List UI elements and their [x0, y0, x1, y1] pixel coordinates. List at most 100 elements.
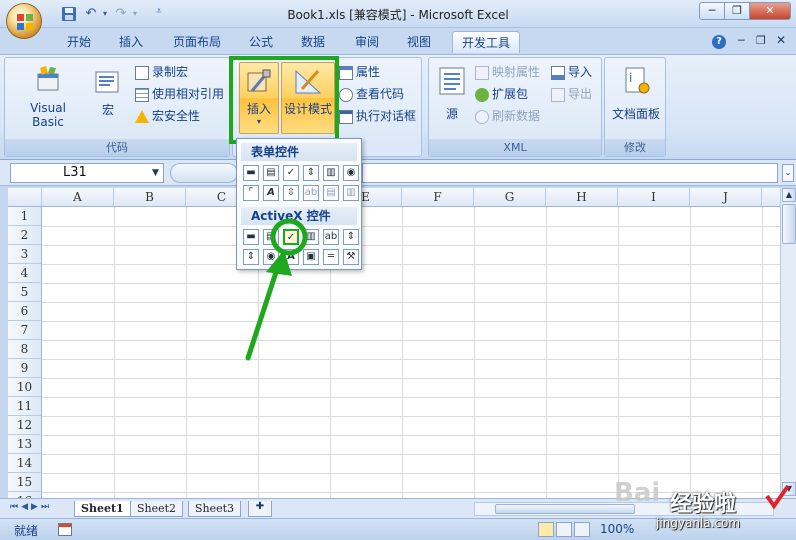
row-header[interactable]: 12	[8, 416, 42, 435]
scroll-up-icon[interactable]: ▲	[782, 188, 796, 202]
insert-controls-button[interactable]: 插入 ▾	[239, 62, 279, 134]
xml-group: 源 映射属性 扩展包 刷新数据 导入 导出 XML	[428, 57, 602, 157]
label-control-icon[interactable]: A	[263, 185, 279, 201]
name-box[interactable]: L31	[10, 163, 164, 183]
name-box-value: L31	[63, 165, 87, 180]
button-control-icon[interactable]: ▬	[243, 165, 259, 181]
name-box-dropdown-icon[interactable]: ▼	[152, 168, 159, 178]
help-icon[interactable]: ?	[712, 35, 726, 49]
row-header[interactable]: 14	[8, 454, 42, 473]
office-button[interactable]	[6, 3, 42, 39]
formula-input[interactable]	[362, 163, 778, 183]
record-macro-status-icon[interactable]	[58, 523, 72, 536]
run-dialog-icon	[339, 109, 353, 124]
combo-box-control-icon[interactable]: ▤	[263, 165, 279, 181]
watermark: Bai 经验啦 jingyanla.com	[604, 478, 796, 538]
vertical-scrollbar[interactable]: ▲ ▼	[780, 188, 796, 498]
activex-toggle-button-icon[interactable]: ═	[323, 249, 339, 265]
text-field-control-icon[interactable]: ab	[303, 185, 319, 201]
column-header[interactable]: J	[690, 188, 762, 207]
ribbon-close-icon[interactable]: ✕	[776, 33, 786, 47]
column-header[interactable]: B	[114, 188, 186, 207]
sheet-nav-icon[interactable]: ⏮◀▶⏭	[10, 502, 52, 512]
document-panel-button[interactable]: i 文档面板	[607, 66, 665, 122]
status-ready: 就绪	[14, 524, 39, 538]
worksheet-grid[interactable]: A B C D E F G H I J 1 2 3 4 5 6 7 8 9 10…	[8, 188, 780, 498]
modify-group: i 文档面板 修改	[604, 57, 666, 157]
sheet-tab-3[interactable]: Sheet3	[188, 501, 242, 517]
run-dialog-button[interactable]: 执行对话框	[339, 106, 416, 126]
design-mode-button[interactable]: 设计模式	[281, 62, 335, 134]
visual-basic-icon	[37, 66, 59, 91]
sheet-tab-2[interactable]: Sheet2	[130, 501, 184, 517]
tab-developer[interactable]: 开发工具	[452, 31, 521, 53]
import-button[interactable]: 导入	[551, 62, 592, 82]
macros-button[interactable]: 宏	[91, 68, 125, 118]
row-header[interactable]: 13	[8, 435, 42, 454]
row-header[interactable]: 11	[8, 397, 42, 416]
group-box-control-icon[interactable]: ⌜	[243, 185, 259, 201]
row-header[interactable]: 6	[8, 302, 42, 321]
macro-security-button[interactable]: 宏安全性	[135, 106, 200, 126]
combo-list-control-icon[interactable]: ▤	[323, 185, 339, 201]
activex-scroll-bar-icon[interactable]: ⇕	[343, 229, 359, 245]
map-properties-button[interactable]: 映射属性	[475, 62, 540, 82]
tab-review[interactable]: 审阅	[346, 31, 388, 53]
source-button[interactable]: 源	[435, 66, 469, 122]
tab-insert[interactable]: 插入	[110, 31, 152, 53]
row-header[interactable]: 15	[8, 473, 42, 492]
row-header[interactable]: 8	[8, 340, 42, 359]
scroll-bar-control-icon[interactable]: ⇳	[283, 185, 299, 201]
spin-button-control-icon[interactable]: ⇕	[303, 165, 319, 181]
expansion-packs-button[interactable]: 扩展包	[475, 84, 528, 104]
tab-formulas[interactable]: 公式	[240, 31, 282, 53]
close-icon[interactable]: ✕	[749, 2, 791, 20]
expansion-packs-label: 扩展包	[492, 87, 529, 101]
scroll-thumb[interactable]	[782, 204, 796, 244]
row-header[interactable]: 4	[8, 264, 42, 283]
page-layout-view-icon[interactable]	[556, 522, 572, 537]
ribbon-minimize-icon[interactable]: ─	[738, 34, 745, 47]
row-header[interactable]: 2	[8, 226, 42, 245]
minimize-icon[interactable]: ─	[699, 2, 725, 20]
insert-sheet-icon[interactable]: ✚	[248, 501, 272, 517]
tab-data[interactable]: 数据	[292, 31, 334, 53]
export-button[interactable]: 导出	[551, 84, 592, 104]
checkbox-control-icon[interactable]: ✓	[283, 165, 299, 181]
activex-more-controls-icon[interactable]: ⚒	[343, 249, 359, 265]
sheet-tab-1[interactable]: Sheet1	[74, 501, 131, 517]
select-all-corner[interactable]	[8, 188, 42, 207]
row-header[interactable]: 9	[8, 359, 42, 378]
ribbon-restore-icon[interactable]: ❐	[756, 34, 766, 47]
visual-basic-button[interactable]: Visual Basic	[13, 64, 83, 129]
column-header[interactable]: H	[546, 188, 618, 207]
tab-page-layout[interactable]: 页面布局	[164, 31, 230, 53]
tab-view[interactable]: 视图	[398, 31, 440, 53]
tab-home[interactable]: 开始	[58, 31, 100, 53]
refresh-data-button[interactable]: 刷新数据	[475, 106, 540, 126]
option-button-control-icon[interactable]: ◉	[343, 165, 359, 181]
column-header[interactable]: A	[42, 188, 114, 207]
column-header[interactable]: F	[402, 188, 474, 207]
expand-formula-bar-icon[interactable]: ⌄	[782, 164, 794, 182]
list-box-control-icon[interactable]: ▥	[323, 165, 339, 181]
page-break-view-icon[interactable]	[574, 522, 590, 537]
column-header[interactable]: G	[474, 188, 546, 207]
record-macro-button[interactable]: 录制宏	[135, 62, 188, 82]
formula-bar-splitter[interactable]	[170, 163, 238, 183]
column-header[interactable]: I	[618, 188, 690, 207]
row-header[interactable]: 1	[8, 207, 42, 226]
restore-icon[interactable]: ❐	[724, 2, 750, 20]
row-header[interactable]: 10	[8, 378, 42, 397]
properties-button[interactable]: 属性	[339, 62, 380, 82]
row-header[interactable]: 3	[8, 245, 42, 264]
relative-reference-button[interactable]: 使用相对引用	[135, 84, 224, 104]
combo-dropdown-control-icon[interactable]: ▥	[343, 185, 359, 201]
normal-view-icon[interactable]	[538, 522, 554, 537]
activex-text-box-icon[interactable]: ab	[323, 229, 339, 245]
column-header[interactable]	[762, 188, 780, 207]
view-code-button[interactable]: 查看代码	[339, 84, 404, 104]
row-header[interactable]: 5	[8, 283, 42, 302]
row-header[interactable]: 7	[8, 321, 42, 340]
grid-line	[42, 226, 780, 227]
